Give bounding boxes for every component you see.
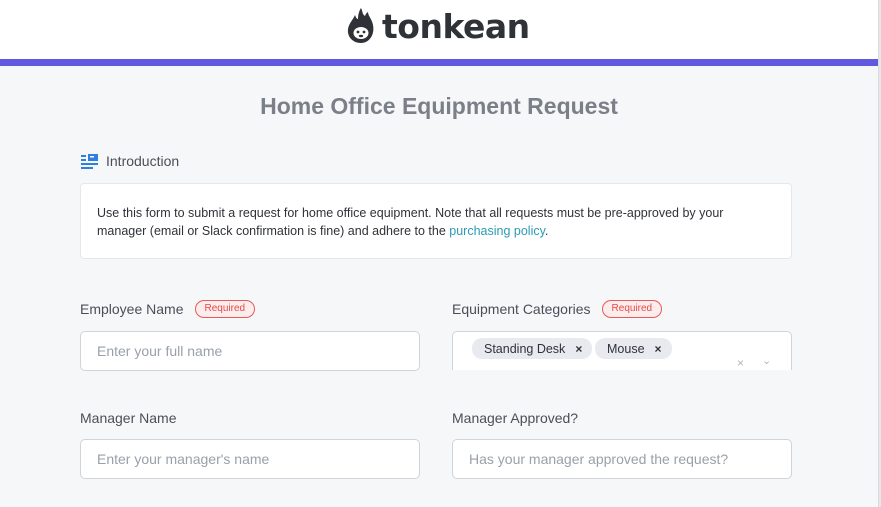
- purchasing-policy-link[interactable]: purchasing policy: [449, 224, 545, 238]
- brand-logo: tonkean: [346, 6, 530, 46]
- intro-text: Use this form to submit a request for ho…: [97, 206, 724, 238]
- employee-name-placeholder: Enter your full name: [97, 343, 223, 359]
- clear-selection-icon[interactable]: ×: [737, 356, 744, 370]
- required-badge: Required: [194, 300, 256, 318]
- manager-name-label: Manager Name: [80, 410, 177, 426]
- manager-name-placeholder: Enter your manager's name: [97, 451, 270, 467]
- manager-approved-label-text: Manager Approved?: [452, 410, 579, 426]
- form-title: Home Office Equipment Request: [260, 93, 618, 119]
- equipment-categories-label: Equipment Categories Required: [452, 300, 663, 318]
- manager-approved-label: Manager Approved?: [452, 410, 578, 426]
- remove-chip-icon[interactable]: ×: [575, 342, 582, 356]
- employee-name-input[interactable]: Enter your full name: [80, 331, 420, 371]
- section-header: Introduction: [81, 153, 179, 169]
- header: tonkean: [0, 0, 878, 59]
- manager-approved-placeholder: Has your manager approved the request?: [469, 451, 729, 467]
- intro-card: Use this form to submit a request for ho…: [80, 183, 792, 259]
- chip-label: Mouse: [607, 341, 645, 356]
- chevron-down-icon[interactable]: ⌄: [762, 354, 771, 367]
- section-list-icon: [81, 153, 98, 169]
- flame-monkey-logo-icon: [347, 8, 374, 43]
- employee-name-label-text: Employee Name: [80, 301, 184, 317]
- chip-standing-desk: Standing Desk ×: [472, 338, 593, 359]
- equipment-categories-select[interactable]: Standing Desk × Mouse × × ⌄: [452, 331, 792, 370]
- equipment-categories-label-text: Equipment Categories: [452, 301, 591, 317]
- employee-name-label: Employee Name Required: [80, 300, 256, 318]
- chip-label: Standing Desk: [484, 341, 566, 356]
- manager-name-label-text: Manager Name: [80, 410, 177, 426]
- brand-name: tonkean: [382, 6, 530, 46]
- manager-approved-input[interactable]: Has your manager approved the request?: [452, 439, 792, 479]
- manager-name-input[interactable]: Enter your manager's name: [80, 439, 420, 479]
- required-badge: Required: [601, 300, 663, 318]
- intro-text-end: .: [544, 224, 549, 238]
- remove-chip-icon[interactable]: ×: [655, 342, 662, 356]
- chip-mouse: Mouse ×: [595, 338, 672, 359]
- accent-bar: [0, 59, 878, 66]
- section-label: Introduction: [106, 153, 180, 169]
